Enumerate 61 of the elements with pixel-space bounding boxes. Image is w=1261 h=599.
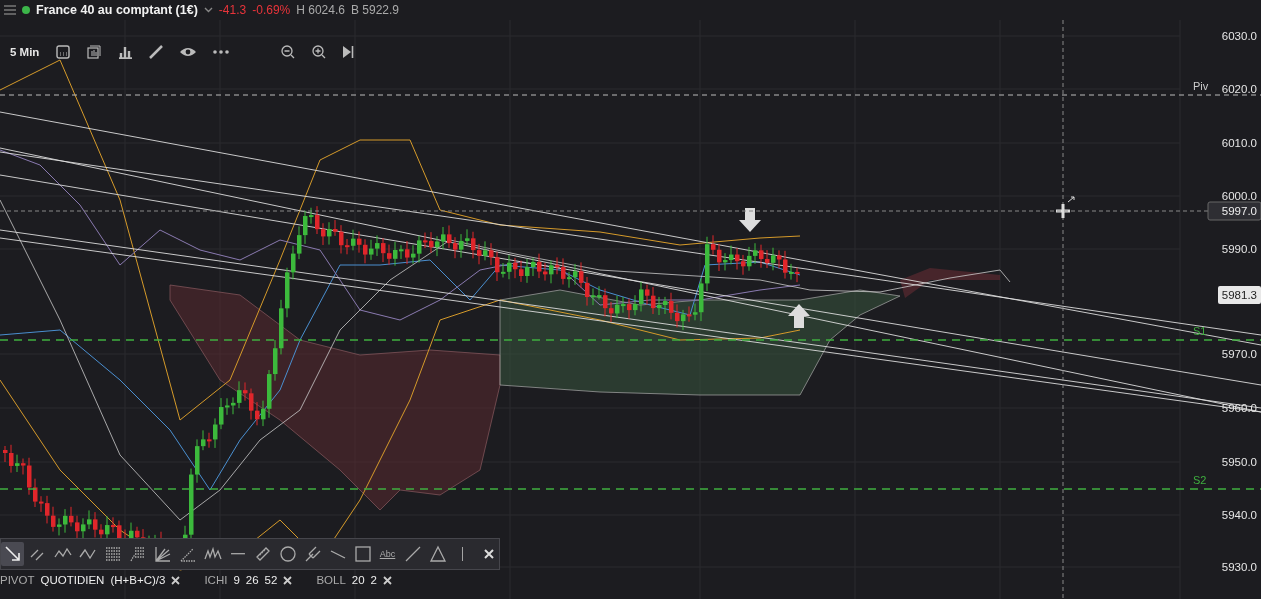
indicator-parameter: QUOTIDIEN (40, 574, 105, 586)
price-axis-label: 5990.0 (1221, 243, 1257, 255)
arrow-icon (3, 545, 22, 563)
level-label: Piv (1193, 80, 1209, 92)
skip-to-end-icon[interactable] (343, 46, 355, 58)
triangle-icon (428, 545, 447, 563)
zoom-in-icon[interactable] (312, 45, 327, 59)
instrument-name[interactable]: France 40 au comptant (1€) (36, 3, 198, 17)
chevron-down-icon[interactable] (203, 7, 213, 13)
price-axis-label: 6010.0 (1221, 137, 1257, 149)
indicator-name: ICHI (204, 574, 228, 586)
price-axis-label: 5930.0 (1221, 561, 1257, 573)
fan-icon (153, 545, 172, 563)
level-label: S2 (1193, 474, 1207, 486)
chart-type-icon[interactable] (87, 45, 102, 59)
close-icon[interactable] (383, 575, 392, 585)
close-icon[interactable] (484, 549, 494, 559)
zoom-out-icon[interactable] (281, 45, 296, 59)
pitchfork-icon (303, 545, 322, 563)
indicator-parameter: 2 (370, 574, 377, 586)
grid-icon (103, 545, 122, 563)
circle-icon (278, 545, 297, 563)
price-change-percent: -0.69% (252, 3, 291, 17)
status-dot-icon (22, 6, 30, 14)
hline-icon (230, 553, 245, 555)
timeframe-selector[interactable]: 5 Min (10, 46, 40, 58)
price-axis-label: 6000.0 (1221, 190, 1257, 202)
rect-icon (353, 545, 372, 563)
more-icon[interactable] (213, 50, 230, 54)
indicator-parameter: 9 (233, 574, 240, 586)
pencil-icon[interactable] (149, 45, 164, 59)
price-tag: 5997.0 (0, 201, 1261, 221)
text-tool-button[interactable]: Abc (376, 542, 399, 566)
arrow-tool-button[interactable] (1, 542, 24, 566)
price-axis-label: 5940.0 (1221, 509, 1257, 521)
indicator-name: BOLL (316, 574, 346, 586)
price-axis-label: 6030.0 (1221, 30, 1257, 42)
up-arrow-icon (788, 304, 810, 328)
close-icon[interactable] (283, 575, 293, 585)
price-axis-label: 5950.0 (1221, 456, 1257, 468)
fib-icon (128, 545, 147, 563)
indicator-parameter: 26 (245, 574, 259, 586)
price-axis-label: 5970.0 (1221, 348, 1257, 360)
menu-icon[interactable] (4, 5, 16, 15)
indicator-parameter: 52 (264, 574, 278, 586)
line-icon (403, 545, 422, 563)
indicator-parameter: (H+B+C)/3 (110, 574, 166, 586)
calendar-icon[interactable] (56, 45, 71, 59)
day-high: H 6024.6 (296, 3, 345, 17)
eye-icon[interactable] (180, 47, 197, 57)
price-change: -41.3 (218, 3, 247, 17)
indicator-parameter: 20 (351, 574, 365, 586)
crosshair-icon[interactable] (1054, 196, 1075, 220)
vline-icon (461, 547, 464, 561)
bar-chart-icon[interactable] (118, 45, 133, 59)
price-tag: 5981.3 (1218, 286, 1261, 304)
close-icon[interactable] (171, 575, 181, 585)
price-axis-label: 6020.0 (1221, 83, 1257, 95)
down-arrow-icon (739, 208, 761, 232)
day-low: B 5922.9 (350, 3, 399, 17)
indicator-name: PIVOT (0, 574, 35, 586)
